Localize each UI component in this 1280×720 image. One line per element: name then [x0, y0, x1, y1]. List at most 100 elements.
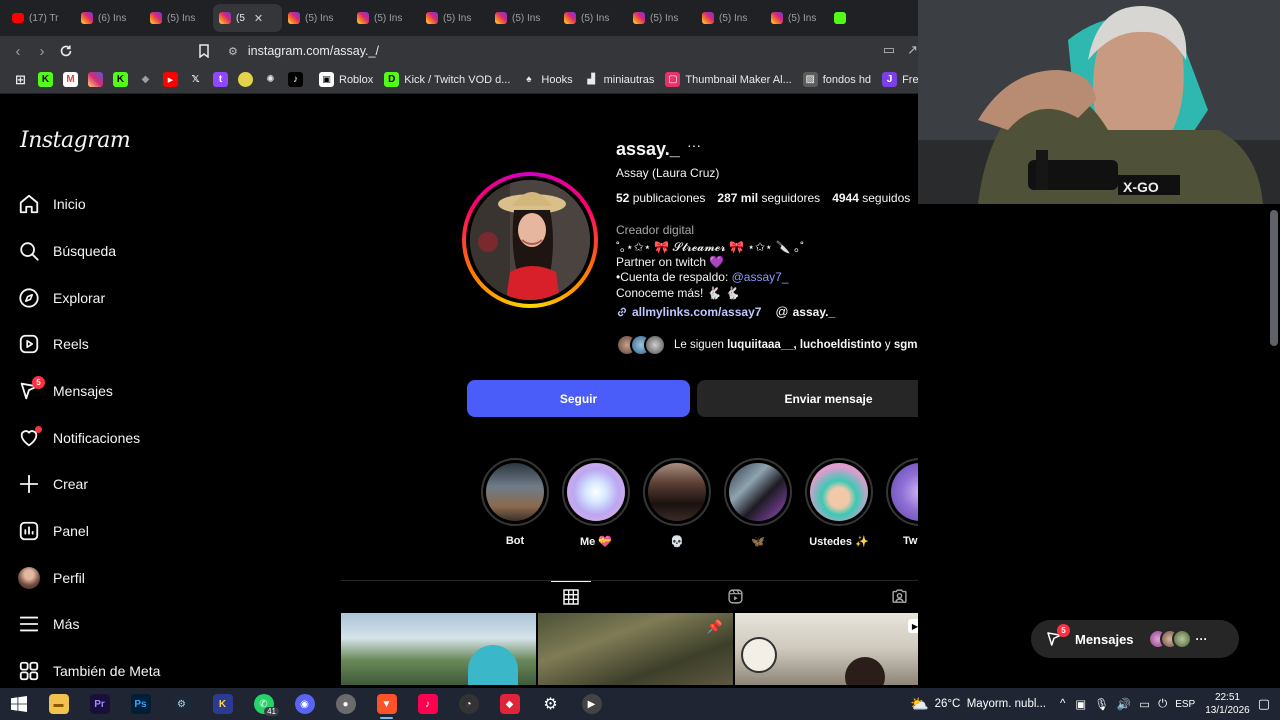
sidebar-item-mas[interactable]: Más [18, 609, 79, 639]
kick-icon[interactable]: K [113, 72, 128, 87]
browser-tab[interactable]: (6) Ins [75, 4, 144, 32]
bookmark-hooks[interactable]: ♠ Hooks [521, 72, 572, 87]
browser-tab[interactable]: (5) Ins [627, 4, 696, 32]
bookmark-miniautras[interactable]: ▟ miniautras [584, 72, 654, 87]
taskbar-app[interactable]: Ps [120, 688, 161, 720]
post-thumbnail[interactable] [341, 613, 536, 685]
browser-tab[interactable]: (17) Tr [6, 4, 75, 32]
speaker-icon[interactable]: 🔊 [1117, 697, 1131, 711]
story-highlight[interactable]: 💀 [643, 458, 711, 548]
taskbar-app[interactable]: ◔ [448, 688, 489, 720]
taskbar-app[interactable]: ◆ [489, 688, 530, 720]
taskbar-app[interactable]: ● [325, 688, 366, 720]
bookmark-fondos[interactable]: ▨ fondos hd [802, 72, 871, 87]
back-icon[interactable]: ‹ [6, 39, 30, 63]
follow-button[interactable]: Seguir [467, 380, 690, 417]
browser-tab[interactable]: (5) Ins [282, 4, 351, 32]
power-icon[interactable]: ⏻ [1158, 698, 1167, 711]
more-options-icon[interactable]: ··· [687, 137, 701, 153]
sidebar-item-notificaciones[interactable]: Notificaciones [18, 423, 140, 453]
sidebar-item-mensajes[interactable]: 5 Mensajes [18, 376, 113, 406]
taskbar-app[interactable]: ▬ [38, 688, 79, 720]
sidebar-item-reels[interactable]: Reels [18, 329, 89, 359]
tab-posts[interactable] [551, 581, 591, 612]
network-icon[interactable]: ▭ [1139, 697, 1150, 711]
sidebar-item-perfil[interactable]: Perfil [18, 563, 85, 593]
browser-tab[interactable]: (5) Ins [696, 4, 765, 32]
close-tab-icon[interactable]: ✕ [254, 12, 263, 25]
external-link[interactable]: allmylinks.com/assay7 [616, 305, 761, 319]
browser-tab[interactable]: (5) Ins [765, 4, 834, 32]
x-icon[interactable]: 𝕏 [188, 72, 203, 87]
post-thumbnail[interactable]: ▶ [735, 613, 930, 685]
followers-count[interactable]: 287 mil seguidores [717, 191, 820, 205]
page-scrollbar[interactable] [1270, 210, 1278, 346]
story-highlight[interactable]: Me 💝 [562, 458, 630, 548]
instagram-icon[interactable] [88, 72, 103, 87]
chevron-up-icon[interactable]: ^ [1060, 698, 1065, 710]
story-highlight[interactable]: Ustedes ✨ [805, 458, 873, 548]
taskbar-app[interactable]: ⚙ [161, 688, 202, 720]
taskbar-app[interactable]: ✆ 41 [243, 688, 284, 720]
profile-picture-story-ring[interactable] [462, 172, 598, 308]
twitch-icon[interactable]: t [213, 72, 228, 87]
taskbar-app[interactable]: ▼ [366, 688, 407, 720]
sidebar-item-crear[interactable]: Crear [18, 469, 88, 499]
taskbar-app[interactable]: ◉ [284, 688, 325, 720]
followed-by[interactable]: Le siguen luquiitaaa__, luchoeldistinto … [616, 333, 949, 357]
browser-tab-active[interactable]: (5 ✕ [213, 4, 282, 32]
language-indicator[interactable]: ESP [1175, 699, 1195, 710]
story-highlight[interactable]: Bot [481, 458, 549, 547]
bookmark-thumbnail-maker[interactable]: ▢ Thumbnail Maker Al... [665, 72, 792, 87]
address-bar[interactable]: ⚙ instagram.com/assay._/ ▭ ↗ [228, 40, 918, 62]
reload-icon[interactable] [54, 39, 78, 63]
tiktok-icon[interactable]: ♪ [288, 72, 303, 87]
floating-messages-button[interactable]: 5 Mensajes ··· [1031, 620, 1239, 658]
taskbar-app[interactable]: ♪ [407, 688, 448, 720]
vpn-icon[interactable]: ▣ [1075, 697, 1086, 711]
bookmark-star-icon[interactable] [192, 39, 216, 63]
taskbar-app[interactable]: ⚙ [530, 688, 571, 720]
bookmark-kick-vod[interactable]: D Kick / Twitch VOD d... [384, 72, 510, 87]
browser-tab[interactable]: (5) Ins [558, 4, 627, 32]
sidebar-item-tambien-de-meta[interactable]: También de Meta [18, 656, 160, 686]
weather-text[interactable]: 26°C Mayorm. nubl... [935, 698, 1046, 710]
ethereum-icon[interactable]: ◆ [138, 72, 153, 87]
cast-icon[interactable]: ▭ [883, 42, 895, 58]
taskbar-app[interactable]: Pr [79, 688, 120, 720]
kick-icon[interactable]: K [38, 72, 53, 87]
clock[interactable]: 22:51 13/1/2026 [1205, 691, 1250, 717]
youtube-icon[interactable]: ▶ [163, 72, 178, 87]
bookmark-free[interactable]: J Free r [882, 72, 918, 87]
gmail-icon[interactable]: M [63, 72, 78, 87]
tab-reels[interactable] [715, 581, 755, 612]
sidebar-item-explorar[interactable]: Explorar [18, 283, 105, 313]
taskbar-app[interactable]: ▶ [571, 688, 612, 720]
browser-tab[interactable]: (5) Ins [489, 4, 558, 32]
start-button[interactable] [0, 688, 38, 720]
browser-tab[interactable] [834, 4, 848, 32]
threads-link[interactable]: @ assay._ [775, 304, 835, 319]
microphone-icon[interactable]: 🎙 [1094, 697, 1109, 711]
sidebar-item-busqueda[interactable]: Búsqueda [18, 236, 116, 266]
site-info-icon[interactable]: ⚙ [228, 45, 238, 58]
taskbar-app[interactable]: K [202, 688, 243, 720]
apps-grid-icon[interactable]: ⊞ [13, 72, 28, 87]
weather-icon[interactable]: ⛅ [910, 695, 929, 713]
browser-tab[interactable]: (5) Ins [144, 4, 213, 32]
share-icon[interactable]: ↗ [907, 42, 918, 58]
story-highlight[interactable]: 🦋 [724, 458, 792, 548]
bookmark-roblox[interactable]: ▣ Roblox [319, 72, 373, 87]
bookmark-site-icon[interactable] [238, 72, 253, 87]
browser-tab[interactable]: (5) Ins [351, 4, 420, 32]
forward-icon[interactable]: › [30, 39, 54, 63]
post-thumbnail[interactable]: 📌 [538, 613, 733, 685]
bio-mention-link[interactable]: @assay7_ [732, 270, 789, 284]
sidebar-item-panel[interactable]: Panel [18, 516, 89, 546]
notification-center-icon[interactable]: ▢ [1258, 696, 1270, 712]
openai-icon[interactable]: ✺ [263, 72, 278, 87]
instagram-logo[interactable]: Instagram [20, 128, 131, 153]
sidebar-item-inicio[interactable]: Inicio [18, 189, 86, 219]
following-count[interactable]: 4944 seguidos [832, 191, 910, 205]
tab-tagged[interactable] [879, 581, 919, 612]
